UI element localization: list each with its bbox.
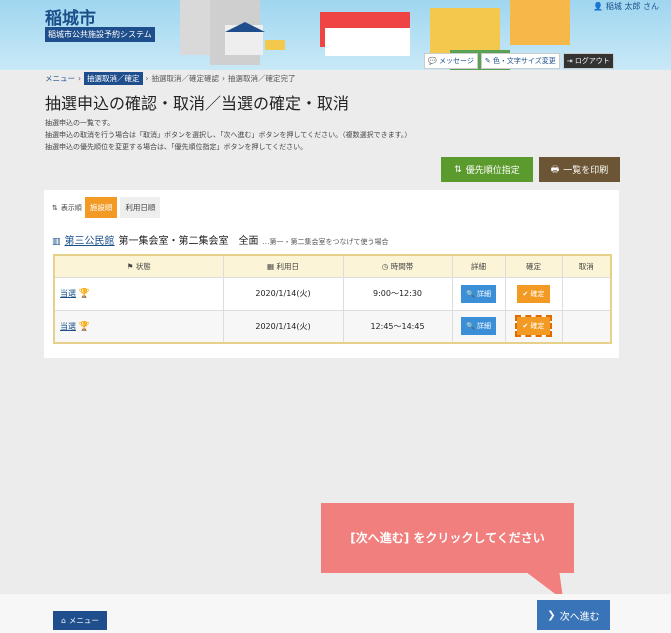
table-header-row: ⚑ 状態 ▦ 利用日 ◷ 時間帯 詳細 確定 取消 [53,254,612,278]
logout-label: ログアウト [574,57,610,65]
chevron-right-icon: › [78,74,81,83]
date-cell: 2020/1/14(火) [222,276,344,311]
breadcrumb-current: 抽選取消／確定 [84,72,143,85]
desc-line: 抽選申込の優先順位を変更する場合は、「優先順位指定」ボタンを押してください。 [45,143,308,151]
facility-link[interactable]: 第三公民館 [65,232,115,247]
confirm-button-label: 確定 [530,322,545,331]
menu-button-label: メニュー [68,616,99,625]
col-confirm: 確定 [504,254,563,278]
user-name: 👤 稲城 太郎 さん [593,1,659,12]
message-link[interactable]: 💬 メッセージ [424,53,478,69]
col-date: ▦ 利用日 [222,254,344,278]
table-row: 当選 🏆 2020/1/14(火) 9:00～12:30 🔍 詳細 ✔ 確定 [53,276,612,311]
city-illustration [180,0,410,65]
detail-button-label: 詳細 [476,289,491,298]
next-button-label: 次へ進む [559,611,600,623]
trophy-icon: 🏆 [78,289,90,299]
page-title: 抽選申込の確認・取消／当選の確定・取消 [45,94,350,113]
sort-order-icon: ⇅ [52,203,58,212]
col-time-label: 時間帯 [390,261,414,271]
status-cell: 当選 🏆 [53,276,224,311]
detail-button-label: 詳細 [476,322,491,331]
chevron-right-icon: ❯ [547,609,556,621]
page-description: 抽選申込の一覧です。 抽選申込の取消を行う場合は「取消」ボタンを選択し、「次へ進… [45,117,411,153]
col-status: ⚑ 状態 [53,254,224,278]
sort-order: ⇅ 表示順 施設順 利用日順 [52,197,161,218]
system-name: 稲城市公共施設予約システム [45,27,155,42]
building-icon: ▥ [52,237,61,247]
detail-button[interactable]: 🔍 詳細 [461,317,496,336]
desc-line: 抽選申込の一覧です。 [45,119,115,127]
sort-label: 表示順 [60,203,82,212]
col-time: ◷ 時間帯 [342,254,453,278]
reservation-panel: ⇅ 表示順 施設順 利用日順 ▥ 第三公民館 第一集会室・第二集会室 全面 …第… [44,190,619,358]
detail-cell: 🔍 詳細 [451,276,506,311]
reservation-table: ⚑ 状態 ▦ 利用日 ◷ 時間帯 詳細 確定 取消 当選 🏆 2020/1/14… [53,254,612,344]
zoom-icon: 🔍 [466,322,475,331]
detail-cell: 🔍 詳細 [451,309,506,344]
facility-heading: ▥ 第三公民館 第一集会室・第二集会室 全面 …第一・第二集会室をつなげて使う場… [52,232,389,247]
time-cell: 12:45～14:45 [342,309,453,344]
confirm-button[interactable]: ✔ 確定 [517,284,550,303]
tooltip-text: [次へ進む] をクリックしてください [350,531,545,545]
status-link[interactable]: 当選 [60,322,76,331]
chevron-right-icon: › [222,74,225,83]
user-icon: 👤 [593,2,604,11]
flag-icon: ⚑ [126,261,134,271]
trophy-icon: 🏆 [78,321,90,332]
print-button[interactable]: 🖶 一覧を印刷 [539,157,620,182]
priority-button[interactable]: ⇅ 優先順位指定 [441,157,533,182]
table-row: 当選 🏆 2020/1/14(火) 12:45～14:45 🔍 詳細 ✔ 確定 [53,309,612,344]
time-cell: 9:00～12:30 [342,276,453,311]
confirm-button-selected[interactable]: ✔ 確定 [515,315,552,338]
color-size-link[interactable]: ✎ 色・文字サイズ変更 [480,53,560,69]
print-icon: 🖶 [550,164,560,175]
sort-icon: ⇅ [454,164,462,175]
priority-button-label: 優先順位指定 [465,166,520,176]
menu-button[interactable]: ⌂ メニュー [53,611,107,630]
check-icon: ✔ [522,322,529,331]
confirm-cell: ✔ 確定 [504,309,563,344]
status-link[interactable]: 当選 [60,289,76,298]
message-link-label: メッセージ [438,57,474,65]
sort-tab-date[interactable]: 利用日順 [120,197,161,218]
room-note: …第一・第二集会室をつなげて使う場合 [262,238,389,246]
detail-button[interactable]: 🔍 詳細 [461,284,496,303]
room-name: 第一集会室・第二集会室 全面 [118,236,259,247]
calendar-icon: ▦ [267,261,275,271]
date-cell: 2020/1/14(火) [222,309,344,344]
city-logo[interactable]: 稲城市 [45,4,96,29]
breadcrumb-menu[interactable]: メニュー [45,73,75,84]
next-button[interactable]: ❯ 次へ進む [537,600,610,630]
home-icon: ⌂ [61,616,66,625]
col-status-label: 状態 [135,261,151,271]
desc-line: 抽選申込の取消を行う場合は「取消」ボタンを選択し、「次へ進む」ボタンを押してくだ… [45,131,412,139]
header-links: 💬 メッセージ ✎ 色・文字サイズ変更 ⇥ ログアウト [424,53,614,69]
user-name-text: 稲城 太郎 さん [605,2,659,11]
print-button-label: 一覧を印刷 [563,166,609,176]
col-date-label: 利用日 [276,261,299,271]
confirm-cell: ✔ 確定 [504,276,563,311]
instruction-tooltip: [次へ進む] をクリックしてください [321,503,574,573]
chevron-right-icon: › [145,74,149,83]
color-size-link-label: 色・文字サイズ変更 [492,57,556,65]
clock-icon: ◷ [381,261,389,271]
zoom-icon: 🔍 [466,289,475,298]
breadcrumb-step3: 抽選取消／確定確認 [151,74,220,83]
site-header: 稲城市 稲城市公共施設予約システム 👤 稲城 太郎 さん 💬 メッセージ ✎ 色… [0,0,671,70]
cancel-cell[interactable] [561,276,612,311]
sort-tab-facility[interactable]: 施設順 [84,197,118,218]
breadcrumb: メニュー › 抽選取消／確定 › 抽選取消／確定確認 › 抽選取消／確定完了 [45,72,296,85]
col-detail: 詳細 [451,254,506,278]
col-cancel: 取消 [561,254,612,278]
check-icon: ✔ [522,289,529,298]
status-cell: 当選 🏆 [53,309,224,344]
logout-button[interactable]: ⇥ ログアウト [562,53,614,69]
cancel-cell[interactable] [561,309,612,344]
breadcrumb-step4: 抽選取消／確定完了 [228,74,296,83]
confirm-button-label: 確定 [530,289,545,298]
